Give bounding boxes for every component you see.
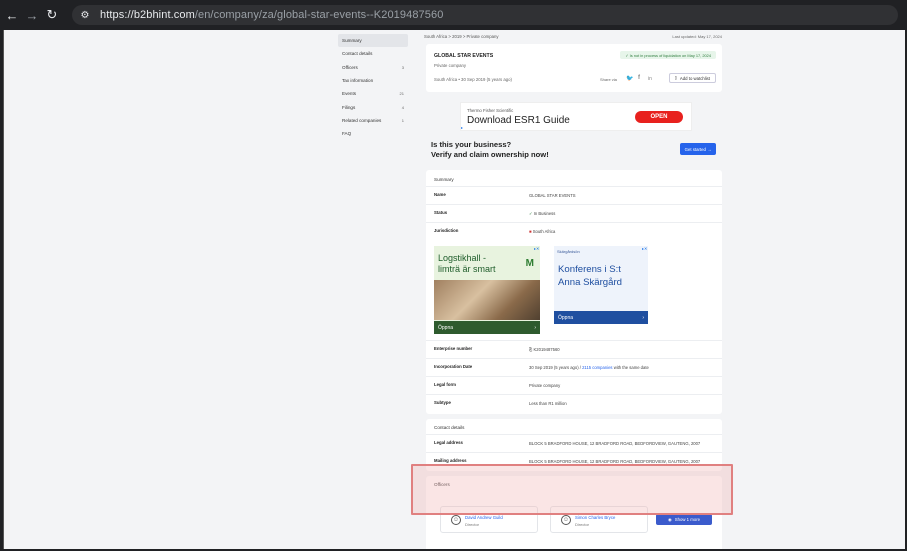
arrow-right-icon: › xyxy=(534,324,536,331)
sidebar-item-events[interactable]: Events 21 xyxy=(338,87,408,100)
address-bar[interactable]: ⚙ https://b2bhint.com/en/company/za/glob… xyxy=(72,5,898,25)
sidebar-item-summary[interactable]: Summary xyxy=(338,34,408,48)
site-settings-icon[interactable]: ⚙ xyxy=(78,8,92,22)
ad-choices-icon[interactable]: ▸✕ xyxy=(534,246,539,251)
sidebar-item-officers[interactable]: Officers 3 xyxy=(338,61,408,74)
summary-row-subtype: Subtype Less than R1 million xyxy=(426,394,722,412)
sidebar-item-contact-details[interactable]: Contact details xyxy=(338,47,408,60)
company-type: Private company xyxy=(434,63,467,68)
back-icon[interactable]: ← xyxy=(4,7,20,23)
company-name: GLOBAL STAR EVENTS xyxy=(434,53,494,59)
breadcrumb-year[interactable]: 2019 xyxy=(452,34,462,39)
summary-row-incorporation: Incorporation Date 30 Sep 2019 (5 years a… xyxy=(426,358,722,376)
twitter-icon[interactable]: 🐦 xyxy=(626,75,633,82)
ad-open-button[interactable]: OPEN xyxy=(635,111,683,123)
breadcrumb-country[interactable]: South Africa xyxy=(424,34,447,39)
breadcrumb-type[interactable]: Private company xyxy=(467,34,499,39)
officer-name[interactable]: David Andrew Guild xyxy=(465,515,503,520)
linkedin-icon[interactable]: in xyxy=(648,76,652,82)
sidebar-item-tax-information[interactable]: Tax information xyxy=(338,74,408,87)
summary-row-jurisdiction: Jurisdiction ■ South Africa xyxy=(426,222,722,240)
summary-row-legal-form: Legal form Private company xyxy=(426,376,722,394)
ad-advertiser: Thermo Fisher Scientific xyxy=(467,108,514,113)
summary-row-name: Name GLOBAL STAR EVENTS xyxy=(426,186,722,204)
ad-title: Download ESR1 Guide xyxy=(467,115,570,126)
sidebar-item-related-companies[interactable]: Related companies 1 xyxy=(338,114,408,127)
ad-skargard[interactable]: Skärgårdsön Konferens i S:t Anna Skärgård… xyxy=(554,246,648,324)
ad-image xyxy=(434,280,540,320)
person-icon: ☺ xyxy=(451,515,461,525)
url-text: https://b2bhint.com/en/company/za/global… xyxy=(100,9,444,21)
contact-title: Contact details xyxy=(434,425,465,430)
ad-logstikhall[interactable]: Logstikhall - limträ är smart M Öppna › xyxy=(434,246,540,334)
officer-name[interactable]: Simon Charles Bryce xyxy=(575,515,615,520)
facebook-icon[interactable]: f xyxy=(638,75,640,81)
breadcrumb: South Africa > 2019 > Private company xyxy=(424,34,499,39)
liquidation-badge: ✓ Is not in process of liquidation on Ma… xyxy=(620,51,716,59)
show-more-officers-button[interactable]: ◉ Show 1 more xyxy=(656,514,712,525)
summary-card: Summary Name GLOBAL STAR EVENTS Status ✓ I… xyxy=(426,170,722,414)
ad-banner-top[interactable]: Thermo Fisher Scientific Download ESR1 G… xyxy=(460,102,692,131)
summary-row-status: Status ✓ In Business xyxy=(426,204,722,222)
reload-icon[interactable]: ↻ xyxy=(44,7,60,23)
person-icon: ☺ xyxy=(561,515,571,525)
officer-role: Director xyxy=(575,522,590,527)
get-started-button[interactable]: Get started → xyxy=(680,143,716,155)
ad-logo: M xyxy=(525,258,534,269)
eye-icon: ◉ xyxy=(667,516,672,522)
officer-role: Director xyxy=(465,522,480,527)
highlight-box xyxy=(411,464,733,515)
arrow-right-icon: › xyxy=(642,314,644,321)
sidebar-item-filings[interactable]: Filings 4 xyxy=(338,100,408,113)
share-label: Share via xyxy=(600,77,617,82)
last-updated: Last updated: May 17, 2024 xyxy=(672,34,722,39)
browser-toolbar: ← → ↻ ⚙ https://b2bhint.com/en/company/z… xyxy=(0,0,907,30)
contact-row-legal: Legal address BLOCK 5 BRADFORD HOUSE, 12 … xyxy=(426,434,722,452)
claim-business-heading: Is this your business? Verify and claim … xyxy=(431,140,549,159)
company-location: South Africa • 30 Sep 2019 (5 years ago) xyxy=(434,77,512,82)
bookmark-icon: ▯ xyxy=(674,75,677,80)
sidebar: Summary Contact details Officers 3 Tax in… xyxy=(338,34,408,140)
add-to-watchlist-button[interactable]: ▯ Add to watchlist xyxy=(668,73,716,83)
ad-choices-icon[interactable]: ▸ xyxy=(461,125,463,130)
same-date-companies-link[interactable]: 2115 companies xyxy=(582,365,612,370)
summary-title: Summary xyxy=(434,177,454,182)
ad-choices-icon[interactable]: ▸✕ xyxy=(642,246,647,251)
summary-row-enterprise: Enterprise number ⎘ K2019487560 xyxy=(426,340,722,358)
company-header-card: GLOBAL STAR EVENTS Private company South… xyxy=(426,44,722,92)
sidebar-item-faq[interactable]: FAQ xyxy=(338,127,408,140)
forward-icon[interactable]: → xyxy=(24,7,40,23)
